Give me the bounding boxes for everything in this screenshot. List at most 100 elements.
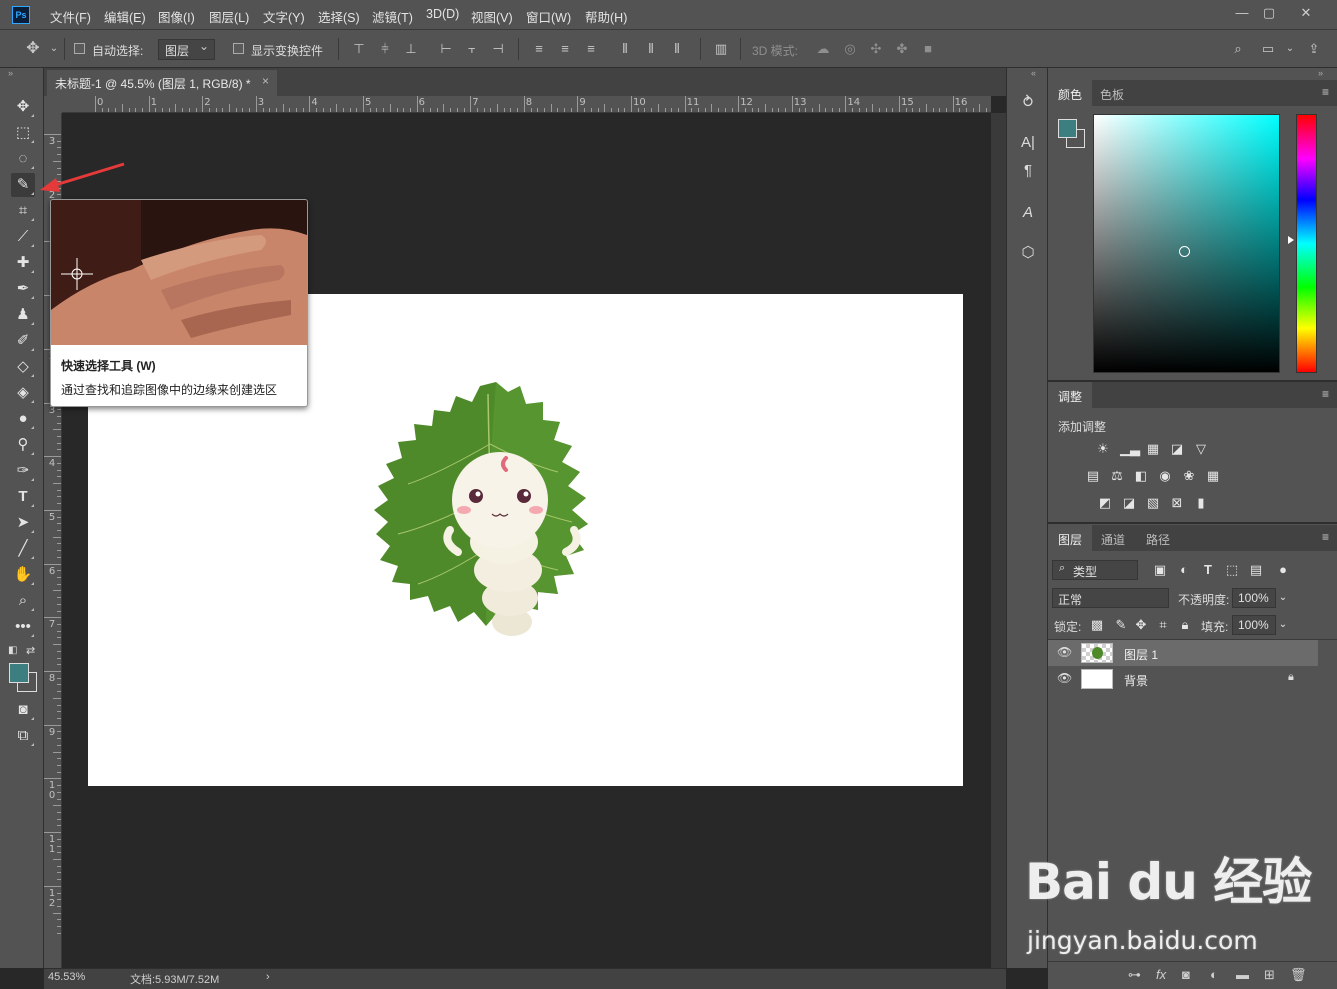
marquee-tool-icon[interactable]: ⬚	[11, 121, 35, 145]
chevron-down-icon[interactable]: ⌄	[1281, 40, 1299, 58]
collapse-icon[interactable]: »	[8, 68, 13, 78]
distribute-bottom-icon[interactable]: ≡	[582, 40, 600, 58]
default-colors-icon[interactable]: ◧	[8, 645, 17, 656]
show-transform-checkbox[interactable]	[233, 43, 244, 54]
3d-slide-icon[interactable]: ✤	[893, 40, 911, 58]
auto-align-icon[interactable]: ▥	[712, 40, 730, 58]
3d-roll-icon[interactable]: ◎	[841, 40, 859, 58]
eyedropper-tool-icon[interactable]: ⟋	[11, 225, 35, 249]
filter-shape-icon[interactable]: ⬚	[1223, 561, 1241, 579]
screen-mode-icon[interactable]: ⧉	[11, 724, 35, 748]
distribute-left-icon[interactable]: ⦀	[616, 40, 634, 58]
auto-select-checkbox[interactable]	[74, 43, 85, 54]
filter-pixel-icon[interactable]: ▣	[1151, 561, 1169, 579]
layer-name[interactable]: 背景	[1124, 672, 1148, 689]
filter-toggle-icon[interactable]: ●	[1274, 561, 1292, 579]
color-balance-icon[interactable]: ⚖	[1108, 467, 1126, 485]
zoom-tool-icon[interactable]: ⌕	[11, 589, 35, 613]
trash-icon[interactable]: 🗑︎	[1290, 967, 1307, 983]
lock-all-icon[interactable]: 🔒︎	[1176, 616, 1194, 634]
menu-image[interactable]: 图像(I)	[158, 7, 195, 26]
menu-window[interactable]: 窗口(W)	[526, 7, 571, 26]
hue-saturation-icon[interactable]: ▤	[1084, 467, 1102, 485]
layer-row[interactable]: 👁︎ 图层 1	[1048, 640, 1318, 666]
align-right-icon[interactable]: ⊣	[489, 40, 507, 58]
history-brush-tool-icon[interactable]: ✐	[11, 329, 35, 353]
auto-select-target-dropdown[interactable]: 图层	[158, 39, 215, 60]
workspace-icon[interactable]: ▭	[1259, 40, 1277, 58]
align-left-icon[interactable]: ⊢	[437, 40, 455, 58]
more-tools-icon[interactable]: •••	[11, 615, 35, 639]
align-vcenter-icon[interactable]: ⫩	[376, 40, 394, 58]
menu-layer[interactable]: 图层(L)	[209, 7, 249, 26]
tab-channels[interactable]: 通道	[1091, 525, 1135, 551]
search-icon[interactable]: ⌕	[1229, 40, 1247, 58]
foreground-color-swatch[interactable]	[1058, 119, 1077, 138]
distribute-hcenter-icon[interactable]: ⦀	[642, 40, 660, 58]
menu-help[interactable]: 帮助(H)	[585, 7, 627, 26]
lasso-tool-icon[interactable]: ◌	[11, 147, 35, 171]
link-layers-icon[interactable]: ⊶	[1128, 967, 1141, 983]
brightness-contrast-icon[interactable]: ☀	[1094, 440, 1112, 458]
panel-menu-icon[interactable]: ≡	[1322, 85, 1329, 99]
selective-color-icon[interactable]: ⊠	[1168, 494, 1186, 512]
history-panel-icon[interactable]: ⥁	[1017, 92, 1039, 114]
threshold-icon[interactable]: ▧	[1144, 494, 1162, 512]
align-hcenter-icon[interactable]: ⫟	[463, 40, 481, 58]
clone-stamp-tool-icon[interactable]: ♟	[11, 303, 35, 327]
distribute-top-icon[interactable]: ≡	[530, 40, 548, 58]
tab-color[interactable]: 颜色	[1048, 80, 1093, 106]
menu-file[interactable]: 文件(F)	[50, 7, 91, 26]
3d-panel-icon[interactable]: ⬡	[1017, 242, 1039, 264]
dodge-tool-icon[interactable]: ⚲	[11, 433, 35, 457]
new-group-icon[interactable]: ▬	[1236, 967, 1249, 982]
invert-icon[interactable]: ◩	[1096, 494, 1114, 512]
new-adjustment-icon[interactable]: ◐	[1210, 967, 1218, 982]
3d-scale-icon[interactable]: ■	[919, 40, 937, 58]
quick-selection-tool-icon[interactable]: ✎	[11, 173, 35, 197]
lock-transparent-icon[interactable]: ▩	[1088, 616, 1106, 634]
character-panel-icon[interactable]: A|	[1017, 132, 1039, 154]
filter-adjustment-icon[interactable]: ◐	[1175, 561, 1193, 579]
hue-slider-marker[interactable]	[1288, 236, 1294, 244]
hue-slider[interactable]	[1296, 114, 1317, 373]
tab-swatches[interactable]: 色板	[1090, 80, 1134, 106]
layer-filter-dropdown[interactable]: ⌕ 类型	[1052, 560, 1138, 580]
layer-name[interactable]: 图层 1	[1124, 646, 1158, 663]
quick-mask-icon[interactable]: ◙	[11, 698, 35, 722]
color-lookup-icon[interactable]: ▦	[1204, 467, 1222, 485]
maximize-button[interactable]: ▢	[1254, 3, 1284, 23]
document-tab[interactable]: 未标题-1 @ 45.5% (图层 1, RGB/8) * ×	[47, 70, 277, 96]
status-menu-arrow[interactable]: ›	[266, 971, 270, 983]
menu-3d[interactable]: 3D(D)	[426, 7, 459, 21]
levels-icon[interactable]: ▁▃	[1120, 440, 1140, 458]
menu-view[interactable]: 视图(V)	[471, 7, 513, 26]
pen-tool-icon[interactable]: ✑	[11, 459, 35, 483]
eraser-tool-icon[interactable]: ◇	[11, 355, 35, 379]
3d-orbit-icon[interactable]: ☁	[814, 40, 832, 58]
lock-image-icon[interactable]: ✎	[1112, 616, 1130, 634]
menu-select[interactable]: 选择(S)	[318, 7, 360, 26]
type-tool-icon[interactable]: T	[11, 485, 35, 509]
paint-bucket-tool-icon[interactable]: ◈	[11, 381, 35, 405]
close-window-button[interactable]: ✕	[1291, 3, 1321, 23]
hand-tool-icon[interactable]: ✋	[11, 563, 35, 587]
filter-smart-object-icon[interactable]: ▤	[1247, 561, 1265, 579]
menu-type[interactable]: 文字(Y)	[263, 7, 305, 26]
new-layer-icon[interactable]: ⊞	[1264, 967, 1275, 983]
fill-input[interactable]: 100%	[1232, 615, 1276, 635]
line-tool-icon[interactable]: ╱	[11, 537, 35, 561]
collapse-icon[interactable]: »	[1318, 68, 1323, 78]
swap-colors-icon[interactable]: ⇄	[26, 644, 35, 657]
chevron-down-icon[interactable]: ⌄	[45, 40, 63, 58]
color-field[interactable]	[1093, 114, 1280, 373]
align-top-icon[interactable]: ⊤	[350, 40, 368, 58]
tab-adjustments[interactable]: 调整	[1048, 382, 1093, 408]
color-picker-ring[interactable]	[1179, 246, 1190, 257]
tab-paths[interactable]: 路径	[1136, 525, 1180, 551]
3d-pan-icon[interactable]: ✣	[867, 40, 885, 58]
move-tool-icon[interactable]: ✥	[11, 95, 35, 119]
lock-artboard-icon[interactable]: ⌗	[1154, 616, 1172, 634]
vertical-scrollbar[interactable]	[991, 113, 1006, 968]
posterize-icon[interactable]: ◪	[1120, 494, 1138, 512]
